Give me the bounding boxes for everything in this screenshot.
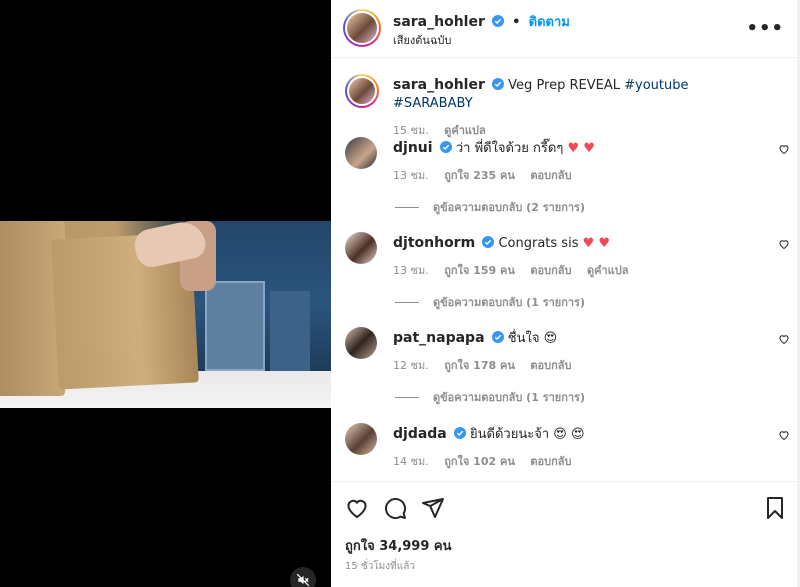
view-replies-label: ดูข้อความตอบกลับ (1 รายการ) <box>433 391 585 404</box>
mute-button[interactable] <box>290 567 316 587</box>
replies-line <box>395 396 419 398</box>
comment-like-heart-icon[interactable] <box>778 143 790 155</box>
comment-username[interactable]: djnui <box>393 140 433 156</box>
comment-like-heart-icon[interactable] <box>778 238 790 250</box>
caption-body: sara_hohler Veg Prep REVEAL #youtube #SA… <box>393 76 763 139</box>
video-scene-cabinet <box>205 281 265 371</box>
header-title-line: sara_hohler • ติดตาม <box>393 11 570 32</box>
reply-button[interactable]: ตอบกลับ <box>530 264 571 277</box>
comment-text-line: djnui ว่า พี่ดีใจด้วย กรี๊ดๆ ♥ ♥ <box>393 139 763 158</box>
replies-line <box>395 206 419 208</box>
comment-avatar[interactable] <box>345 423 377 455</box>
comment-likes[interactable]: ถูกใจ 235 คน <box>444 169 515 182</box>
more-options-button[interactable]: ••• <box>746 18 784 39</box>
follow-button[interactable]: ติดตาม <box>529 15 570 30</box>
verified-badge-icon <box>491 331 504 343</box>
caption-text-line: sara_hohler Veg Prep REVEAL #youtube #SA… <box>393 76 763 113</box>
comment-like-heart-icon[interactable] <box>778 333 790 345</box>
verified-badge-icon <box>492 15 505 27</box>
comment-avatar[interactable] <box>345 232 377 264</box>
separator-dot: • <box>512 15 521 30</box>
post-panel: sara_hohler • ติดตาม เสียงต้นฉบับ ••• sa… <box>331 0 800 587</box>
comment-likes[interactable]: ถูกใจ 159 คน <box>444 264 515 277</box>
comment-likes[interactable]: ถูกใจ 178 คน <box>444 359 515 372</box>
heart-eyes-emoji: 😍 <box>543 331 558 346</box>
heart-emoji: ♥ ♥ <box>567 141 595 156</box>
comment-avatar[interactable] <box>345 327 377 359</box>
comment-time: 14 ชม. <box>393 455 429 468</box>
caption-text: Veg Prep REVEAL <box>508 78 620 93</box>
comment-text: ยินดีด้วยนะจ้า <box>470 427 550 442</box>
bookmark-icon[interactable] <box>763 496 787 520</box>
comment-meta: 13 ชม. ถูกใจ 235 คน ตอบกลับ <box>393 166 763 184</box>
verified-badge-icon <box>492 78 505 90</box>
verified-badge-icon <box>482 236 495 248</box>
comment-body: djdada ยินดีด้วยนะจ้า 😍 😍 14 ชม. ถูกใจ 1… <box>393 425 763 470</box>
comment-like-heart-icon[interactable] <box>778 429 790 441</box>
video-frame[interactable] <box>0 221 331 408</box>
verified-badge-icon <box>453 427 466 439</box>
caption-username[interactable]: sara_hohler <box>393 77 485 93</box>
comment-text: ชื่นใจ <box>507 331 540 346</box>
comments-list[interactable]: sara_hohler Veg Prep REVEAL #youtube #SA… <box>331 60 800 480</box>
heart-eyes-emoji: 😍 😍 <box>553 427 585 442</box>
reply-button[interactable]: ตอบกลับ <box>530 455 571 468</box>
heart-emoji: ♥ ♥ <box>582 236 611 251</box>
comment-time: 12 ชม. <box>393 359 429 372</box>
view-replies-button[interactable]: ดูข้อความตอบกลับ (1 รายการ) <box>395 293 585 311</box>
comment-body: pat_napapa ชื่นใจ 😍 12 ชม. ถูกใจ 178 คน … <box>393 329 763 374</box>
comment-time: 13 ชม. <box>393 169 429 182</box>
comment-text-line: djtonhorm Congrats sis ♥ ♥ <box>393 234 763 253</box>
view-replies-button[interactable]: ดูข้อความตอบกลับ (1 รายการ) <box>395 388 585 406</box>
post-actions: ถูกใจ 34,999 คน 15 ชั่วโมงที่แล้ว <box>331 481 800 587</box>
view-replies-label: ดูข้อความตอบกลับ (2 รายการ) <box>433 201 585 214</box>
video-panel[interactable] <box>0 0 331 587</box>
caption-avatar[interactable] <box>345 74 379 108</box>
comment-text: Congrats sis <box>498 236 579 251</box>
reply-button[interactable]: ตอบกลับ <box>530 169 571 182</box>
author-avatar-image <box>345 11 379 45</box>
comment-meta: 14 ชม. ถูกใจ 102 คน ตอบกลับ <box>393 452 763 470</box>
speaker-muted-icon <box>296 573 310 587</box>
heart-icon[interactable] <box>345 496 369 520</box>
comment-username[interactable]: djdada <box>393 426 447 442</box>
caption-meta: 15 ชม. ดูคำแปล <box>393 121 763 139</box>
comment-icon[interactable] <box>383 496 407 520</box>
video-scene-cabinet-2 <box>270 291 310 371</box>
post-header: sara_hohler • ติดตาม เสียงต้นฉบับ ••• <box>331 0 800 58</box>
comment-username[interactable]: pat_napapa <box>393 330 485 346</box>
reply-button[interactable]: ตอบกลับ <box>530 359 571 372</box>
caption-translate-link[interactable]: ดูคำแปล <box>444 124 486 137</box>
original-audio-link[interactable]: เสียงต้นฉบับ <box>393 31 451 49</box>
comment-avatar[interactable] <box>345 137 377 169</box>
view-replies-button[interactable]: ดูข้อความตอบกลับ (2 รายการ) <box>395 198 585 216</box>
author-username[interactable]: sara_hohler <box>393 14 485 30</box>
view-replies-label: ดูข้อความตอบกลับ (1 รายการ) <box>433 296 585 309</box>
caption-avatar-image <box>347 76 377 106</box>
comment-likes[interactable]: ถูกใจ 102 คน <box>444 455 515 468</box>
caption-time: 15 ชม. <box>393 124 429 137</box>
comment-body: djnui ว่า พี่ดีใจด้วย กรี๊ดๆ ♥ ♥ 13 ชม. … <box>393 139 763 184</box>
comment-text-line: pat_napapa ชื่นใจ 😍 <box>393 329 763 348</box>
comment-username[interactable]: djtonhorm <box>393 235 475 251</box>
verified-badge-icon <box>439 141 452 153</box>
replies-line <box>395 301 419 303</box>
post-timestamp: 15 ชั่วโมงที่แล้ว <box>345 561 415 572</box>
comment-meta: 13 ชม. ถูกใจ 159 คน ตอบกลับ ดูคำแปล <box>393 261 763 279</box>
comment-translate-link[interactable]: ดูคำแปล <box>587 264 629 277</box>
comment-text: ว่า พี่ดีใจด้วย กรี๊ดๆ <box>455 141 564 156</box>
comment-body: djtonhorm Congrats sis ♥ ♥ 13 ชม. ถูกใจ … <box>393 234 763 279</box>
comment-text-line: djdada ยินดีด้วยนะจ้า 😍 😍 <box>393 425 763 444</box>
paper-plane-icon[interactable] <box>421 496 445 520</box>
comment-meta: 12 ชม. ถูกใจ 178 คน ตอบกลับ <box>393 356 763 374</box>
likes-count[interactable]: ถูกใจ 34,999 คน <box>345 535 452 556</box>
author-avatar[interactable] <box>343 9 381 47</box>
comment-time: 13 ชม. <box>393 264 429 277</box>
